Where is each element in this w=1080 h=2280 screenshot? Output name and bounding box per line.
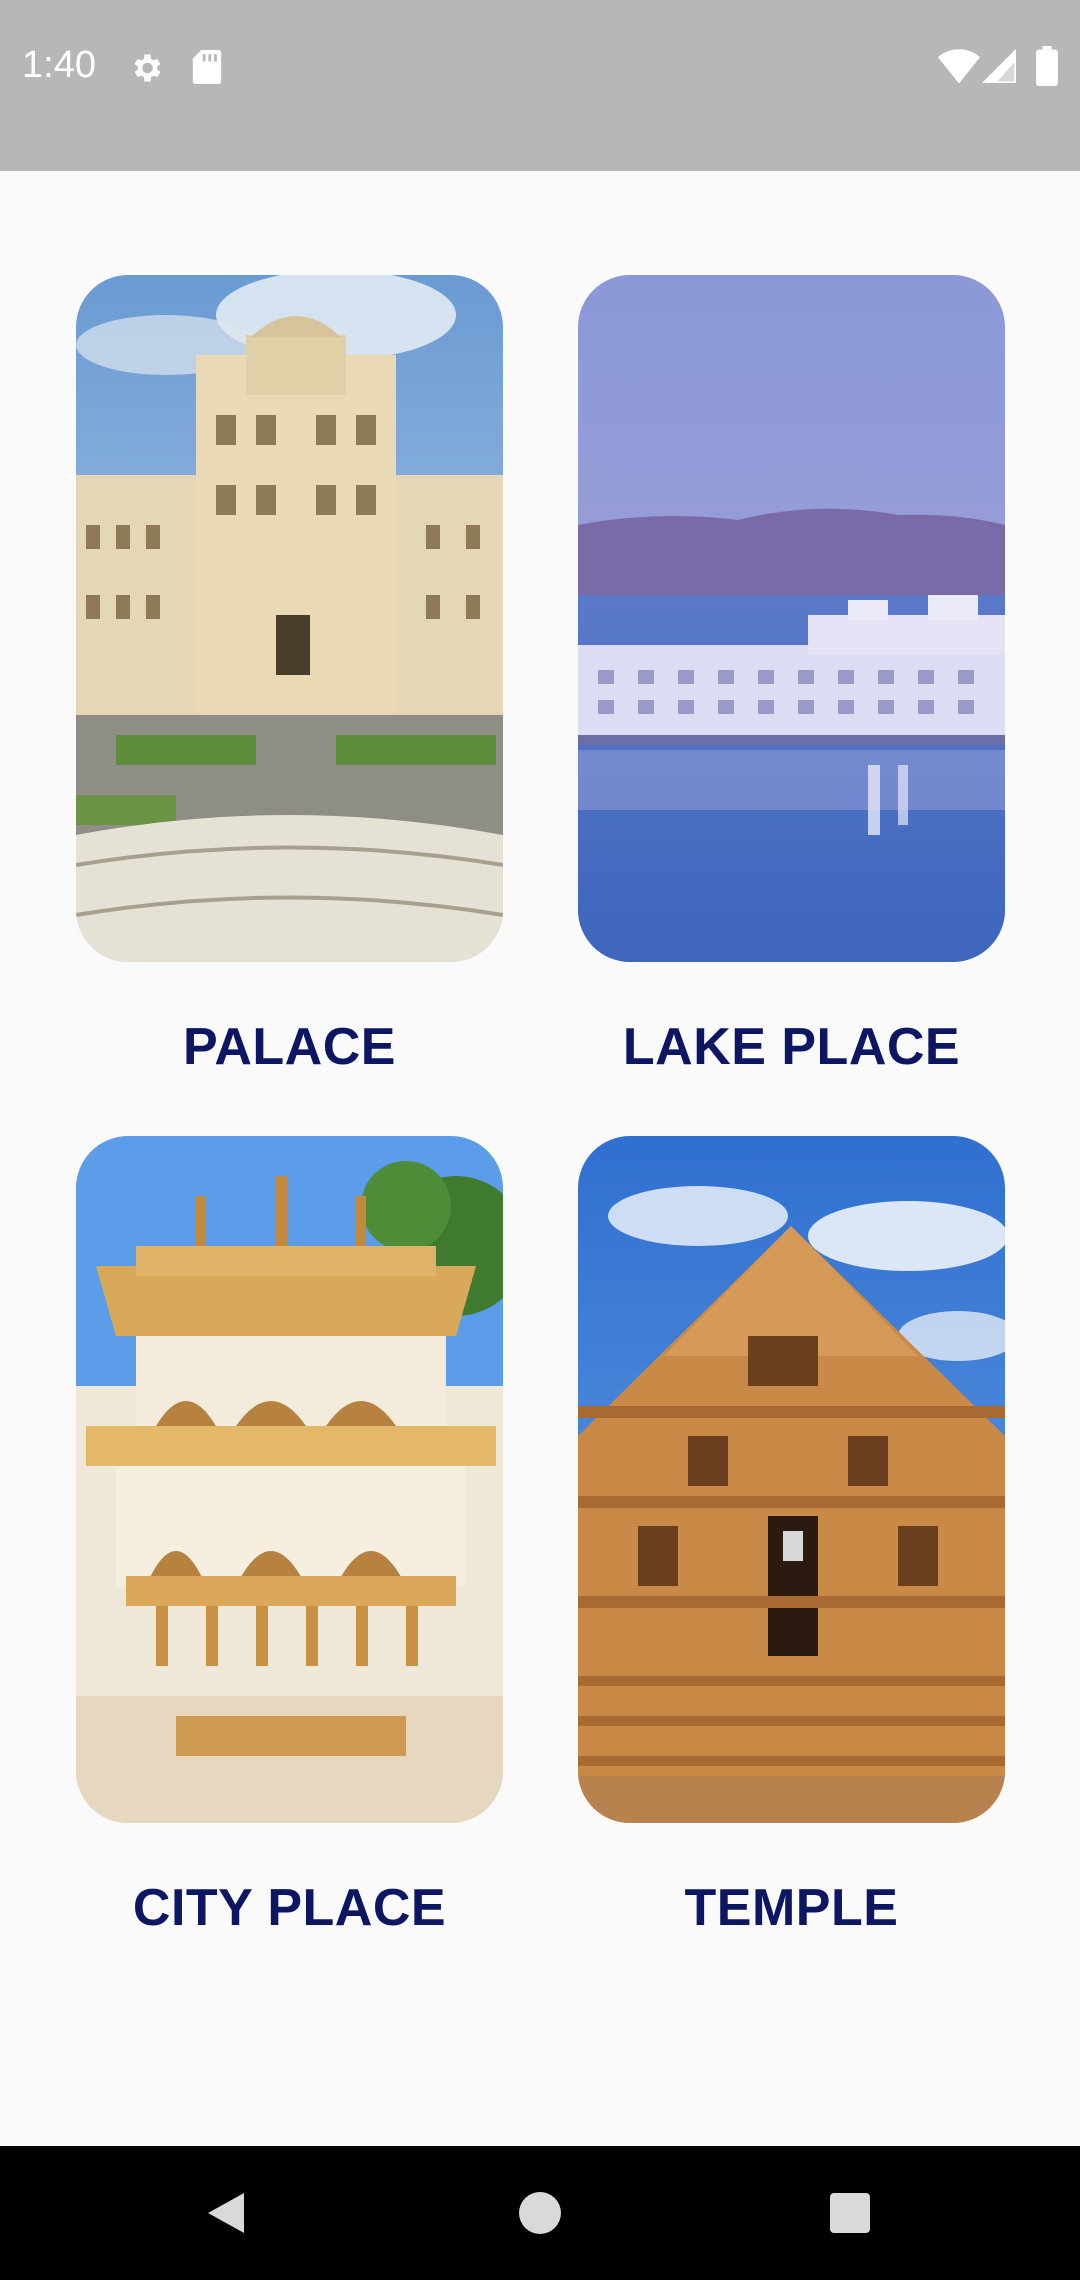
temple-label[interactable]: TEMPLE <box>578 1878 1005 1938</box>
recents-icon[interactable] <box>780 2146 920 2280</box>
lake-palace-image[interactable] <box>578 275 1005 962</box>
status-bar: 1:40 <box>0 0 1080 171</box>
wifi-icon <box>938 48 980 89</box>
temple-image[interactable] <box>578 1136 1005 1823</box>
battery-icon <box>1036 46 1058 91</box>
home-icon[interactable] <box>470 2146 610 2280</box>
status-time: 1:40 <box>22 44 96 86</box>
back-icon[interactable] <box>156 2146 296 2280</box>
city-palace-image[interactable] <box>76 1136 503 1823</box>
palace-label[interactable]: PALACE <box>76 1017 503 1077</box>
signal-icon <box>982 48 1016 89</box>
navigation-bar <box>0 2146 1080 2280</box>
city-palace-label[interactable]: CITY PLACE <box>76 1878 503 1938</box>
palace-image[interactable] <box>76 275 503 962</box>
attractions-grid: PALACE LAKE PLACE CITY PLACE TEMPLE <box>0 171 1080 2146</box>
settings-icon <box>128 50 164 91</box>
lake-palace-label[interactable]: LAKE PLACE <box>578 1017 1005 1077</box>
sd-card-icon <box>192 50 222 89</box>
